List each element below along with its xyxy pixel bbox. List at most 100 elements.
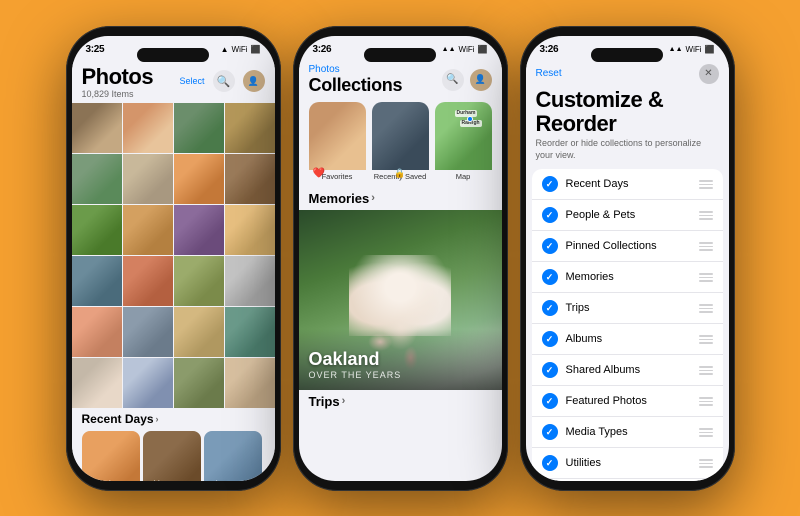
photo-cell[interactable]: [72, 256, 122, 306]
trips-chevron: ›: [342, 395, 346, 407]
photo-cell[interactable]: [174, 307, 224, 357]
list-item-memories[interactable]: ✓ Memories: [532, 262, 723, 293]
close-icon: ✕: [704, 68, 712, 79]
photo-cell[interactable]: [225, 358, 275, 408]
favorites-thumb-img: ❤️: [309, 102, 366, 170]
memories-subtitle: OVER THE YEARS: [309, 370, 492, 380]
close-button[interactable]: ✕: [699, 64, 719, 84]
photo-cell[interactable]: [225, 205, 275, 255]
map-city-durham: Durham: [455, 110, 478, 117]
wifi-icon-3: WiFi: [686, 45, 702, 54]
list-item-people-pets[interactable]: ✓ People & Pets: [532, 200, 723, 231]
memories-city: Oakland: [309, 349, 492, 370]
photo-cell[interactable]: [123, 154, 173, 204]
drag-handle[interactable]: [699, 335, 713, 344]
photos-header: Photos 10,829 Items Select 🔍 👤: [72, 62, 275, 103]
photo-cell[interactable]: [174, 154, 224, 204]
photo-cell[interactable]: [174, 103, 224, 153]
pinned-favorites[interactable]: ❤️ Favorites: [309, 102, 366, 183]
wifi-icon-2: WiFi: [459, 45, 475, 54]
photo-cell[interactable]: [72, 358, 122, 408]
signal-icon-1: ▲: [221, 45, 229, 54]
list-item-trips[interactable]: ✓ Trips: [532, 293, 723, 324]
check-icon-memories: ✓: [542, 269, 558, 285]
drag-handle[interactable]: [699, 366, 713, 375]
item-label: Featured Photos: [566, 395, 691, 407]
recent-days-chevron: ›: [156, 414, 159, 424]
recent-day-friday[interactable]: Friday: [143, 431, 201, 481]
signal-icon-2: ▲▲: [442, 46, 456, 53]
list-item-albums[interactable]: ✓ Albums: [532, 324, 723, 355]
list-item-media-types[interactable]: ✓ Media Types: [532, 417, 723, 448]
recent-day-yesterday[interactable]: Yesterday: [82, 431, 140, 481]
drag-handle[interactable]: [699, 304, 713, 313]
list-item-utilities[interactable]: ✓ Utilities: [532, 448, 723, 479]
drag-handle[interactable]: [699, 273, 713, 282]
drag-handle[interactable]: [699, 428, 713, 437]
photo-cell[interactable]: [123, 103, 173, 153]
memories-header[interactable]: Memories ›: [299, 189, 502, 210]
trips-section[interactable]: Trips ›: [299, 390, 502, 413]
photo-cell[interactable]: [174, 256, 224, 306]
photo-cell[interactable]: [123, 358, 173, 408]
drag-handle[interactable]: [699, 180, 713, 189]
drag-handle[interactable]: [699, 242, 713, 251]
reset-button[interactable]: Reset: [536, 68, 562, 79]
search-icon-1: 🔍: [217, 75, 231, 88]
memories-overlay: Oakland OVER THE YEARS: [299, 329, 502, 390]
photo-cell[interactable]: [225, 103, 275, 153]
memories-large-image[interactable]: Oakland OVER THE YEARS: [299, 210, 502, 390]
search-button-2[interactable]: 🔍: [442, 69, 464, 91]
photo-cell[interactable]: [225, 256, 275, 306]
battery-icon-2: ⬛: [478, 45, 488, 54]
check-icon-pinned-collections: ✓: [542, 238, 558, 254]
photo-cell[interactable]: [123, 307, 173, 357]
status-icons-3: ▲▲ WiFi ⬛: [669, 45, 715, 54]
avatar-button[interactable]: 👤: [243, 70, 265, 92]
photo-cell[interactable]: [72, 154, 122, 204]
list-item-recent-days[interactable]: ✓ Recent Days: [532, 169, 723, 200]
item-label: Pinned Collections: [566, 240, 691, 252]
photo-cell[interactable]: [225, 154, 275, 204]
item-label: Shared Albums: [566, 364, 691, 376]
list-item-featured-photos[interactable]: ✓ Featured Photos: [532, 386, 723, 417]
battery-icon-1: ⬛: [251, 45, 261, 54]
phone-1-screen: 3:25 ▲ WiFi ⬛ Photos 10,829 Items Select…: [72, 36, 275, 481]
map-label: Map: [435, 170, 492, 183]
photos-title: Photos: [82, 64, 154, 90]
avatar-button-2[interactable]: 👤: [470, 69, 492, 91]
photo-cell[interactable]: [123, 256, 173, 306]
photo-cell[interactable]: [72, 103, 122, 153]
check-icon-shared-albums: ✓: [542, 362, 558, 378]
pinned-map[interactable]: Durham Raleigh Map: [435, 102, 492, 183]
photo-cell[interactable]: [174, 358, 224, 408]
status-time-1: 3:25: [86, 44, 105, 55]
recent-day-jul28[interactable]: Jul 28: [204, 431, 262, 481]
photo-cell[interactable]: [123, 205, 173, 255]
photo-cell[interactable]: [72, 205, 122, 255]
wifi-icon-1: WiFi: [232, 45, 248, 54]
drag-handle[interactable]: [699, 459, 713, 468]
photos-count: 10,829 Items: [82, 89, 154, 99]
search-button-1[interactable]: 🔍: [213, 70, 235, 92]
select-button[interactable]: Select: [179, 76, 204, 86]
phone-3-screen: 3:26 ▲▲ WiFi ⬛ Reset ✕ Customize &Reorde…: [526, 36, 729, 481]
photo-cell[interactable]: [72, 307, 122, 357]
pinned-recently-saved[interactable]: 🔒 Recently Saved: [372, 102, 429, 183]
photo-cell[interactable]: [174, 205, 224, 255]
list-item-shared-albums[interactable]: ✓ Shared Albums: [532, 355, 723, 386]
list-item-pinned-collections[interactable]: ✓ Pinned Collections: [532, 231, 723, 262]
photos-title-area: Photos 10,829 Items: [82, 64, 154, 99]
drag-handle[interactable]: [699, 211, 713, 220]
phone-3: 3:26 ▲▲ WiFi ⬛ Reset ✕ Customize &Reorde…: [520, 26, 735, 491]
recent-days-section[interactable]: Recent Days ›: [72, 408, 275, 429]
photo-cell[interactable]: [225, 307, 275, 357]
map-dot-1: [467, 116, 473, 122]
recent-days-label: Recent Days: [82, 412, 154, 426]
status-icons-1: ▲ WiFi ⬛: [221, 45, 261, 54]
drag-handle[interactable]: [699, 397, 713, 406]
p2-breadcrumb[interactable]: Photos: [309, 64, 403, 75]
phone-2: 3:26 ▲▲ WiFi ⬛ Photos Collections 🔍 👤: [293, 26, 508, 491]
status-time-3: 3:26: [540, 44, 559, 55]
list-item-wallpaper-suggestions[interactable]: ✓ Wallpaper Suggestions: [532, 479, 723, 480]
